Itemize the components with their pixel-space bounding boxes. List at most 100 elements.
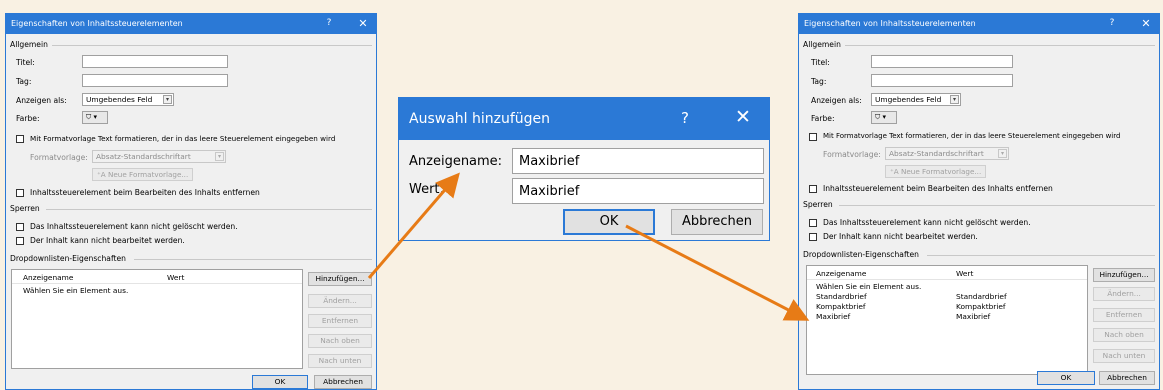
cancel-button[interactable]: Abbrechen xyxy=(1099,371,1155,385)
remove-button[interactable]: Entfernen xyxy=(1093,308,1155,322)
close-icon[interactable]: ✕ xyxy=(733,106,753,128)
help-icon[interactable]: ? xyxy=(322,18,336,28)
display-name-value: Maxibrief xyxy=(519,154,580,169)
style-value: Absatz-Standardschriftart xyxy=(96,152,191,161)
section-lock: Sperren xyxy=(803,200,833,209)
remove-button-label: Entfernen xyxy=(321,316,359,325)
paint-bucket-icon: ⛉ xyxy=(86,113,92,121)
tag-input[interactable] xyxy=(82,74,228,87)
list-item[interactable]: Wählen Sie ein Element aus. xyxy=(816,282,921,291)
lock-edit-label: Der Inhalt kann nicht bearbeitet werden. xyxy=(30,236,185,245)
lock-edit-checkbox[interactable] xyxy=(809,233,817,241)
tag-input[interactable] xyxy=(871,74,1013,87)
list-item-value: Standardbrief xyxy=(956,292,1007,301)
new-style-label: Neue Formatvorlage... xyxy=(901,167,982,176)
add-button-label: Hinzufügen... xyxy=(1099,270,1149,279)
cancel-button-label: Abbrechen xyxy=(323,377,363,386)
move-down-button[interactable]: Nach unten xyxy=(308,354,372,368)
section-dropdown: Dropdownlisten-Eigenschaften xyxy=(803,250,919,259)
section-general: Allgemein xyxy=(803,40,841,49)
value-input[interactable]: Maxibrief xyxy=(512,178,764,204)
list-item[interactable]: Wählen Sie ein Element aus. xyxy=(23,286,128,295)
show-as-select[interactable]: Umgebendes Feld ▾ xyxy=(82,93,174,106)
cancel-button[interactable]: Abbrechen xyxy=(314,375,372,389)
header-divider xyxy=(807,279,1087,280)
move-up-button[interactable]: Nach oben xyxy=(1093,328,1155,342)
remove-button-label: Entfernen xyxy=(1105,310,1143,319)
tag-label: Tag: xyxy=(16,77,32,86)
color-picker-button[interactable]: ⛉ ▾ xyxy=(871,111,897,124)
color-label: Farbe: xyxy=(811,114,835,123)
lock-delete-checkbox[interactable] xyxy=(809,219,817,227)
style-select[interactable]: Absatz-Standardschriftart ▾ xyxy=(885,147,1009,160)
chevron-down-icon: ▾ xyxy=(163,95,172,104)
section-lock: Sperren xyxy=(10,204,40,213)
ok-button[interactable]: OK xyxy=(252,375,308,389)
style-checkbox[interactable] xyxy=(809,133,817,141)
edit-button[interactable]: Ändern... xyxy=(1093,287,1155,301)
move-down-button-label: Nach unten xyxy=(318,356,362,365)
chevron-down-icon: ▾ xyxy=(882,113,886,121)
dropdown-list[interactable]: Anzeigename Wert Wählen Sie ein Element … xyxy=(806,265,1088,375)
remove-on-edit-checkbox[interactable] xyxy=(809,185,817,193)
value-value: Maxibrief xyxy=(519,184,580,199)
color-picker-button[interactable]: ⛉ ▾ xyxy=(82,111,108,124)
move-up-button-label: Nach oben xyxy=(1104,330,1144,339)
style-checkbox-label: Mit Formatvorlage Text formatieren, der … xyxy=(823,132,1121,140)
remove-on-edit-checkbox[interactable] xyxy=(16,189,24,197)
display-name-input[interactable]: Maxibrief xyxy=(512,148,764,174)
dialog-titlebar: Eigenschaften von Inhaltssteuerelementen… xyxy=(799,14,1159,34)
list-item[interactable]: Maxibrief xyxy=(816,312,850,321)
section-general: Allgemein xyxy=(10,40,48,49)
show-as-select[interactable]: Umgebendes Feld ▾ xyxy=(871,93,961,106)
ok-button[interactable]: OK xyxy=(563,209,655,235)
cancel-button[interactable]: Abbrechen xyxy=(671,209,763,235)
add-button[interactable]: Hinzufügen... xyxy=(308,272,372,286)
remove-on-edit-label: Inhaltssteuerelement beim Bearbeiten des… xyxy=(30,188,260,197)
ok-button[interactable]: OK xyxy=(1037,371,1095,385)
move-down-button[interactable]: Nach unten xyxy=(1093,349,1155,363)
style-checkbox[interactable] xyxy=(16,135,24,143)
dropdown-list[interactable]: Anzeigename Wert Wählen Sie ein Element … xyxy=(11,269,303,369)
edit-button[interactable]: Ändern... xyxy=(308,294,372,308)
new-style-button[interactable]: ⁺A Neue Formatvorlage... xyxy=(885,165,987,178)
title-input[interactable] xyxy=(871,55,1013,68)
dialog-title: Eigenschaften von Inhaltssteuerelementen xyxy=(11,19,183,28)
show-as-value: Umgebendes Feld xyxy=(86,95,153,104)
help-icon[interactable]: ? xyxy=(1105,18,1119,28)
new-style-icon: ⁺A xyxy=(890,167,901,176)
lock-delete-checkbox[interactable] xyxy=(16,223,24,231)
dialog-titlebar: Eigenschaften von Inhaltssteuerelementen… xyxy=(6,14,376,34)
content-control-properties-dialog-right: Eigenschaften von Inhaltssteuerelementen… xyxy=(798,13,1160,390)
show-as-value: Umgebendes Feld xyxy=(875,95,942,104)
lock-edit-checkbox[interactable] xyxy=(16,237,24,245)
section-divider xyxy=(52,45,372,46)
list-item[interactable]: Standardbrief xyxy=(816,292,867,301)
section-divider xyxy=(134,259,372,260)
column-header-display[interactable]: Anzeigename xyxy=(816,269,866,278)
lock-delete-label: Das Inhaltssteuerelement kann nicht gelö… xyxy=(823,218,1031,227)
edit-button-label: Ändern... xyxy=(323,296,357,305)
close-icon[interactable]: ✕ xyxy=(356,17,370,30)
title-label: Titel: xyxy=(16,58,35,67)
column-header-value[interactable]: Wert xyxy=(167,273,184,282)
help-icon[interactable]: ? xyxy=(675,109,695,127)
close-icon[interactable]: ✕ xyxy=(1139,17,1153,30)
add-button[interactable]: Hinzufügen... xyxy=(1093,268,1155,282)
list-item[interactable]: Kompaktbrief xyxy=(816,302,866,311)
remove-button[interactable]: Entfernen xyxy=(308,314,372,328)
dialog-title: Auswahl hinzufügen xyxy=(409,111,551,127)
column-header-display[interactable]: Anzeigename xyxy=(23,273,73,282)
column-header-value[interactable]: Wert xyxy=(956,269,973,278)
move-up-button[interactable]: Nach oben xyxy=(308,334,372,348)
style-checkbox-label: Mit Formatvorlage Text formatieren, der … xyxy=(30,134,336,143)
content-control-properties-dialog-left: Eigenschaften von Inhaltssteuerelementen… xyxy=(5,13,377,390)
section-divider xyxy=(845,45,1155,46)
title-input[interactable] xyxy=(82,55,228,68)
move-up-button-label: Nach oben xyxy=(320,336,360,345)
style-select[interactable]: Absatz-Standardschriftart ▾ xyxy=(92,150,226,163)
value-label: Wert: xyxy=(409,182,444,197)
lock-edit-label: Der Inhalt kann nicht bearbeitet werden. xyxy=(823,232,978,241)
cancel-button-label: Abbrechen xyxy=(1107,373,1147,382)
new-style-button[interactable]: ⁺A Neue Formatvorlage... xyxy=(92,168,194,181)
